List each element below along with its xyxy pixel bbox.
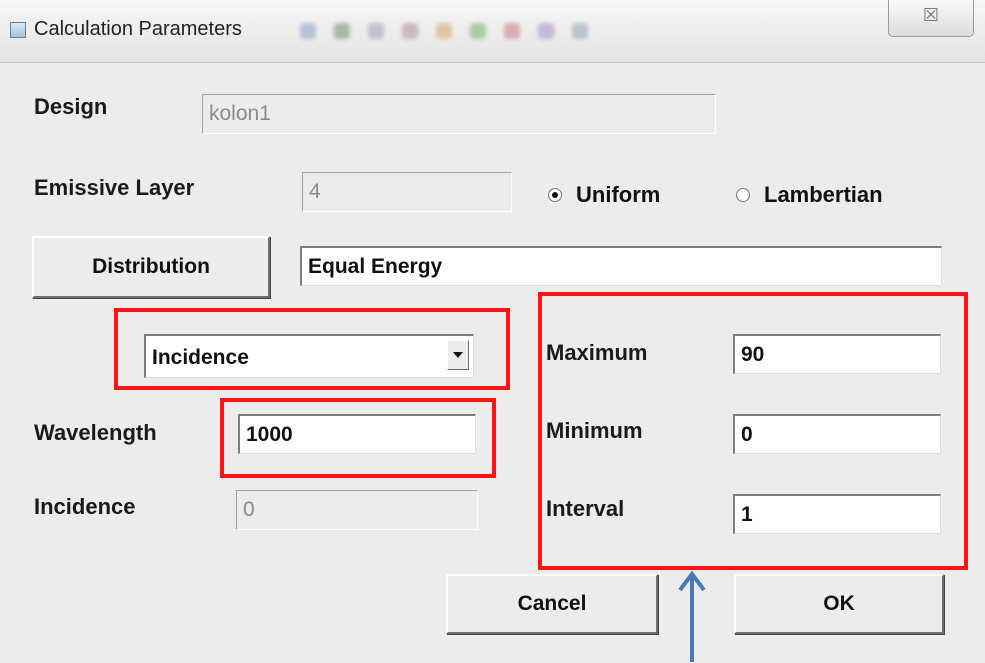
- incidence-field[interactable]: 0: [236, 490, 478, 530]
- distribution-button[interactable]: Distribution: [32, 236, 270, 298]
- radio-uniform-label: Uniform: [576, 182, 661, 207]
- highlight-range-fields: [538, 292, 968, 570]
- close-button[interactable]: ☒: [888, 0, 974, 37]
- incidence-label: Incidence: [34, 494, 136, 519]
- blurred-icon: [402, 23, 418, 39]
- window-title: Calculation Parameters: [34, 18, 242, 40]
- radio-unchecked-icon: [736, 188, 750, 202]
- blurred-icon: [300, 23, 316, 39]
- radio-uniform[interactable]: Uniform: [548, 182, 660, 208]
- app-window-icon: [10, 22, 26, 38]
- highlight-wavelength: [220, 398, 496, 478]
- title-bar[interactable]: Calculation Parameters ☒: [0, 0, 985, 63]
- calculation-parameters-dialog: Calculation Parameters ☒ Design kolon1 E…: [0, 0, 985, 663]
- blurred-icon: [334, 23, 350, 39]
- ok-button[interactable]: OK: [734, 574, 944, 634]
- emissive-layer-label: Emissive Layer: [34, 175, 195, 200]
- blurred-icon: [470, 23, 486, 39]
- radio-lambertian-label: Lambertian: [764, 182, 883, 207]
- design-field[interactable]: kolon1: [202, 94, 716, 134]
- blurred-icon: [436, 23, 452, 39]
- background-taskbar-icons: [300, 14, 880, 48]
- emissive-layer-field[interactable]: 4: [302, 172, 512, 212]
- blurred-icon: [538, 23, 554, 39]
- blurred-icon: [504, 23, 520, 39]
- blurred-icon: [368, 23, 384, 39]
- radio-lambertian[interactable]: Lambertian: [736, 182, 883, 208]
- radio-checked-icon: [548, 188, 562, 202]
- highlight-mode-select: [114, 308, 510, 390]
- up-arrow-icon: [678, 570, 706, 662]
- close-icon: ☒: [922, 5, 940, 25]
- distribution-field[interactable]: Equal Energy: [300, 246, 942, 286]
- blurred-icon: [572, 23, 588, 39]
- wavelength-label: Wavelength: [34, 420, 157, 445]
- design-label: Design: [34, 94, 108, 119]
- cancel-button[interactable]: Cancel: [446, 574, 658, 634]
